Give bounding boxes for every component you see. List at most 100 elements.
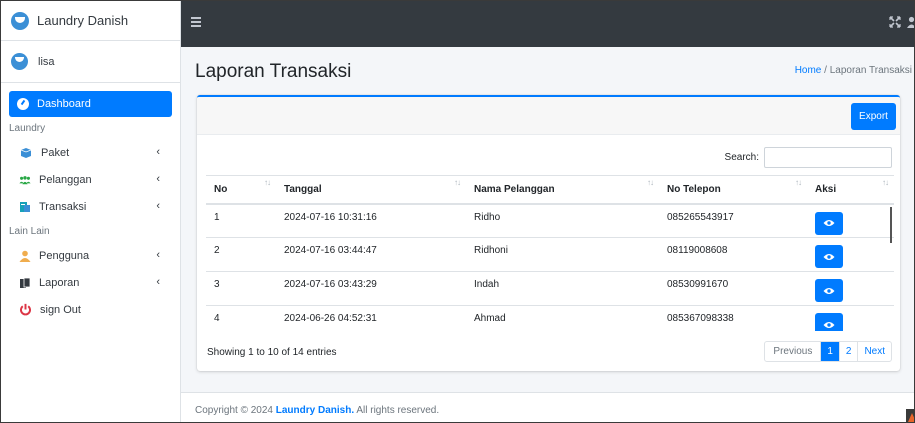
sidebar-item-label: sign Out [40,303,81,316]
cell-nama-pelanggan: Ridho [466,203,659,238]
table-row: 2 2024-07-16 03:44:47 Ridhoni 0811900860… [206,237,894,272]
fullscreen-icon[interactable] [889,16,901,28]
breadcrumb: Home / Laporan Transaksi [795,65,912,76]
sidebar-item-label: Paket [41,146,70,159]
pagination: Previous 1 2 Next [764,341,892,362]
sidebar-item-label: Dashboard [37,98,91,110]
cell-nama-pelanggan: Ahmad [466,305,659,331]
sidebar-nav: Dashboard Laundry Paket ‹ Pelanggan ‹ Tr… [1,83,180,323]
column-header-no[interactable]: No ↑↓ [206,175,276,205]
column-header-tanggal[interactable]: Tanggal ↑↓ [276,175,466,205]
cell-no-telepon: 085367098338 [659,305,807,331]
chevron-left-icon: ‹ [156,249,160,261]
sidebar-item-transaksi[interactable]: Transaksi ‹ [9,193,172,220]
sidebar: Laundry Danish lisa Dashboard Laundry Pa… [1,1,181,422]
pagination-page-1[interactable]: 1 [820,342,839,361]
sidebar-item-signout[interactable]: sign Out [9,296,172,323]
receipt-icon [20,201,30,212]
sidebar-item-paket[interactable]: Paket ‹ [9,139,172,166]
sidebar-item-laporan[interactable]: Laporan ‹ [9,269,172,296]
user-name: lisa [38,55,55,68]
cell-aksi [807,271,894,306]
page-title: Laporan Transaksi [195,61,352,82]
cell-no-telepon: 085265543917 [659,203,807,238]
brand-link[interactable]: Laundry Danish [1,1,180,41]
chevron-left-icon: ‹ [156,146,160,158]
export-button[interactable]: Export [851,103,896,130]
menu-toggle-icon[interactable] [191,17,201,29]
eye-icon [823,220,835,226]
sort-icon: ↑↓ [454,178,461,187]
sort-icon: ↑↓ [795,178,802,187]
cell-aksi [807,203,894,238]
cell-aksi [807,305,894,331]
cell-nama-pelanggan: Indah [466,271,659,306]
content-wrapper: Laporan Transaksi Home / Laporan Transak… [181,47,914,422]
cell-no-telepon: 08530991670 [659,271,807,306]
copy-icon [20,277,31,288]
sort-icon: ↑↓ [264,178,271,187]
footer: Copyright © 2024 Laundry Danish. All rig… [181,392,914,422]
table-search: Search: [725,147,892,168]
card-header: Export [197,97,900,135]
cell-no: 3 [206,271,276,306]
user-panel[interactable]: lisa [1,41,180,83]
sidebar-item-pengguna[interactable]: Pengguna ‹ [9,242,172,269]
breadcrumb-current: Laporan Transaksi [829,65,912,76]
view-detail-button[interactable] [815,313,843,331]
pagination-next[interactable]: Next [857,342,891,361]
pagination-page-2[interactable]: 2 [838,342,858,361]
avatar [11,53,28,70]
cell-tanggal: 2024-07-16 10:31:16 [276,203,466,238]
chevron-left-icon: ‹ [156,200,160,212]
sort-icon: ↑↓ [647,178,654,187]
cell-no: 2 [206,237,276,272]
footer-brand-link[interactable]: Laundry Danish. [276,405,354,416]
cell-no: 1 [206,203,276,238]
chevron-left-icon: ‹ [156,173,160,185]
view-detail-button[interactable] [815,211,843,235]
user-menu-icon[interactable] [907,16,915,28]
nav-header-lain: Lain Lain [9,226,50,237]
column-header-aksi[interactable]: Aksi ↑↓ [807,175,894,205]
search-label: Search: [724,152,759,163]
report-card: Export Search: No ↑↓ Tanggal ↑↓ Nama Pelan… [197,95,900,371]
table-header-row: No ↑↓ Tanggal ↑↓ Nama Pelanggan ↑↓ No Telep… [206,175,894,205]
column-header-no-telepon[interactable]: No Telepon ↑↓ [659,175,807,205]
eye-icon [823,253,835,260]
sidebar-item-dashboard[interactable]: Dashboard [9,91,172,117]
app-window: Laundry Danish lisa Dashboard Laundry Pa… [0,0,915,423]
copyright-text: Copyright © 2024 Laundry Danish. All rig… [195,405,440,416]
table-row: 1 2024-07-16 10:31:16 Ridho 085265543917 [206,203,894,238]
view-detail-button[interactable] [815,245,843,268]
transactions-table-wrapper: No ↑↓ Tanggal ↑↓ Nama Pelanggan ↑↓ No Telep… [206,175,894,331]
table-row: 3 2024-07-16 03:43:29 Indah 08530991670 [206,271,894,306]
sidebar-item-label: Pengguna [39,249,90,262]
cell-nama-pelanggan: Ridhoni [466,237,659,272]
table-scrollbar[interactable] [890,207,892,243]
view-detail-button[interactable] [815,279,843,302]
sidebar-item-pelanggan[interactable]: Pelanggan ‹ [9,166,172,193]
transactions-table: No ↑↓ Tanggal ↑↓ Nama Pelanggan ↑↓ No Telep… [206,175,894,331]
breadcrumb-separator: / [824,65,827,76]
user-icon [19,250,31,262]
eye-icon [823,287,835,294]
search-input[interactable] [764,147,892,168]
dashboard-icon [17,98,29,110]
brand-name: Laundry Danish [37,13,129,28]
corner-logo-icon [906,409,914,422]
breadcrumb-home-link[interactable]: Home [795,65,822,76]
pagination-previous[interactable]: Previous [765,342,820,361]
users-icon [19,175,31,184]
table-row: 4 2024-06-26 04:52:31 Ahmad 085367098338 [206,305,894,331]
sort-icon: ↑↓ [882,178,889,187]
sidebar-item-label: Pelanggan [39,173,92,186]
chevron-left-icon: ‹ [156,276,160,288]
top-navbar [181,1,915,47]
brand-logo-icon [11,11,29,30]
nav-header-laundry: Laundry [9,123,46,134]
cell-no-telepon: 08119008608 [659,237,807,272]
cell-tanggal: 2024-07-16 03:44:47 [276,237,466,272]
sidebar-item-label: Laporan [39,276,80,289]
column-header-nama-pelanggan[interactable]: Nama Pelanggan ↑↓ [466,175,659,205]
